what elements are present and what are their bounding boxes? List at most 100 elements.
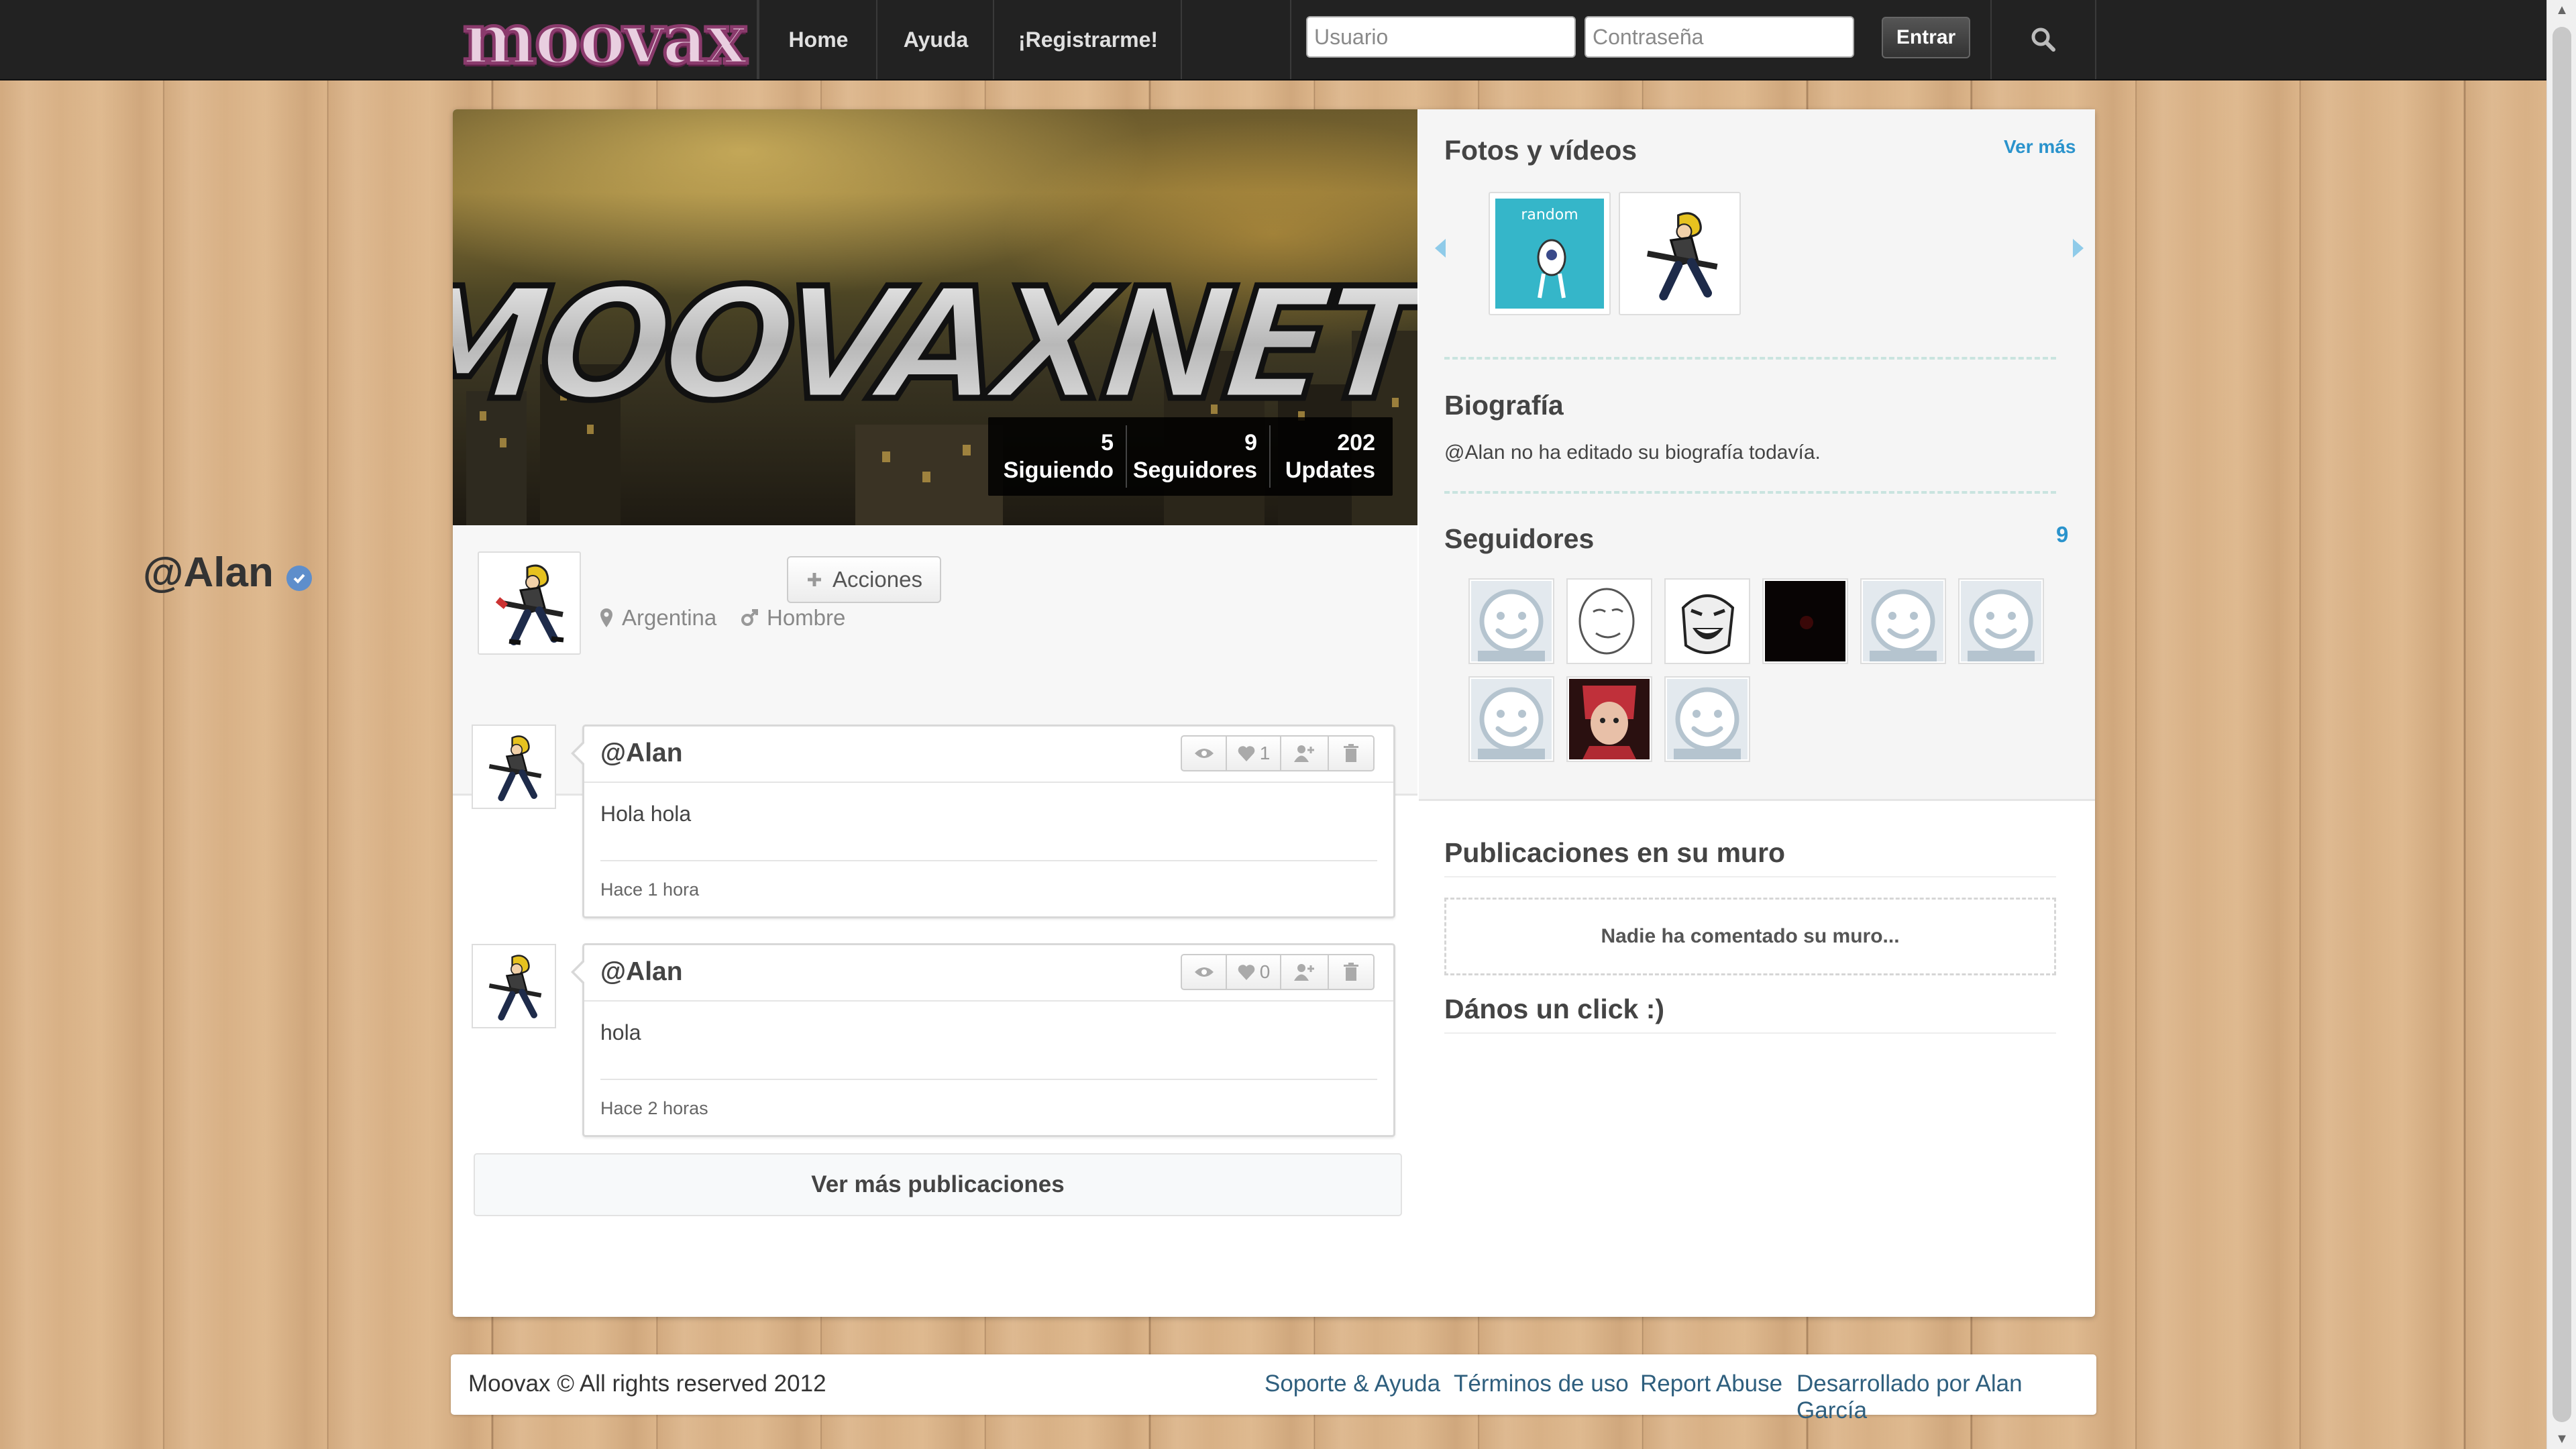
nav-divider [1181, 0, 1182, 79]
like-count: 0 [1259, 961, 1271, 982]
follower-avatar[interactable] [1566, 578, 1652, 664]
carousel-prev-arrow-icon[interactable] [1435, 239, 1446, 258]
moovax-logo[interactable]: moovax [451, 0, 757, 80]
footer-copyright: Moovax © All rights reserved 2012 [468, 1371, 826, 1397]
post-author-avatar[interactable] [472, 944, 556, 1028]
footer-link-support[interactable]: Soporte & Ayuda [1265, 1371, 1440, 1397]
post-divider [600, 1079, 1377, 1080]
follower-avatar[interactable] [1958, 578, 2044, 664]
section-underline [1444, 876, 2056, 877]
footer-link-report-abuse[interactable]: Report Abuse [1640, 1371, 1782, 1397]
character-avatar-icon [1569, 679, 1650, 759]
page-scrollbar[interactable]: ▲ ▼ [2546, 0, 2576, 1449]
search-button[interactable] [1990, 0, 2096, 79]
heart-icon [1238, 965, 1255, 980]
scroll-thumb[interactable] [2553, 27, 2571, 1422]
guitarist-avatar-icon [488, 955, 542, 1021]
section-divider [1444, 357, 2056, 360]
nav-home[interactable]: Home [758, 0, 877, 79]
delete-button[interactable] [1329, 955, 1373, 989]
like-count: 1 [1259, 743, 1271, 763]
section-underline [1444, 1032, 2056, 1034]
follower-avatar[interactable] [1468, 676, 1554, 762]
media-thumbnail-image: random [1495, 199, 1604, 309]
media-see-more-link[interactable]: Ver más [2004, 136, 2076, 158]
meme-face-avatar-icon [1569, 581, 1650, 661]
guitarist-thumbnail-icon [1646, 212, 1718, 301]
followers-section-title: Seguidores [1444, 523, 1595, 554]
post-toolbar: 1 [1181, 735, 1375, 771]
follower-avatar[interactable] [1762, 578, 1848, 664]
post-username[interactable]: @Alan [600, 957, 683, 987]
nav-divider [1290, 0, 1291, 79]
post-timestamp[interactable]: Hace 2 horas [600, 1098, 708, 1119]
default-avatar-icon [1961, 581, 2041, 661]
post-author-avatar[interactable] [472, 724, 556, 809]
post-pointer-inner [574, 743, 585, 764]
verified-badge-icon [286, 566, 312, 591]
nav-registrarme[interactable]: ¡Registrarme! [993, 0, 1182, 79]
logo-text: moovax [461, 0, 749, 80]
profile-sidebar: Fotos y vídeos Ver más random Biografía … [1419, 109, 2095, 1317]
post-pointer-inner [574, 961, 585, 983]
like-button[interactable]: 1 [1227, 737, 1281, 770]
view-button[interactable] [1182, 737, 1228, 770]
profile-username: @Alan [143, 549, 274, 596]
scroll-up-arrow-icon[interactable]: ▲ [2547, 0, 2576, 20]
footer-link-developer[interactable]: Desarrollado por Alan García [1796, 1371, 2096, 1424]
carousel-next-arrow-icon[interactable] [2073, 239, 2084, 258]
password-input[interactable] [1585, 16, 1854, 58]
nav-ayuda[interactable]: Ayuda [876, 0, 994, 79]
post-toolbar: 0 [1181, 954, 1375, 990]
load-more-posts-button[interactable]: Ver más publicaciones [474, 1153, 1402, 1216]
follower-avatar[interactable] [1566, 676, 1652, 762]
follow-button[interactable] [1281, 737, 1329, 770]
media-thumbnail-caption: random [1521, 207, 1578, 223]
add-user-icon [1294, 745, 1315, 762]
trash-icon [1343, 963, 1358, 981]
media-section-title: Fotos y vídeos [1444, 135, 1638, 166]
add-user-icon [1294, 964, 1315, 981]
post-header: @Alan 0 [584, 945, 1393, 1002]
post-username[interactable]: @Alan [600, 739, 683, 768]
bio-text: @Alan no ha editado su biografía todavía… [1444, 441, 1821, 464]
follower-avatar[interactable] [1468, 578, 1554, 664]
username-input[interactable] [1306, 16, 1576, 58]
follower-avatar[interactable] [1664, 676, 1750, 762]
wall-section-title: Publicaciones en su muro [1444, 837, 1786, 868]
scroll-down-arrow-icon[interactable]: ▼ [2547, 1429, 2576, 1449]
post-divider [600, 860, 1377, 861]
post-card: @Alan 1 Hola hola Hace 1 hora [571, 724, 1395, 918]
top-navbar: moovax Home Ayuda ¡Registrarme! Entrar [0, 0, 2546, 80]
post-text: Hola hola [600, 802, 692, 826]
footer-link-terms[interactable]: Términos de uso [1454, 1371, 1629, 1397]
login-button[interactable]: Entrar [1882, 17, 1970, 58]
heart-icon [1238, 746, 1255, 761]
followers-count-link[interactable]: 9 [2056, 522, 2068, 547]
eye-icon [1194, 967, 1214, 977]
default-avatar-icon [1863, 581, 1943, 661]
delete-button[interactable] [1329, 737, 1373, 770]
bio-section-title: Biografía [1444, 390, 1564, 421]
follow-button[interactable] [1281, 955, 1329, 989]
media-thumbnail[interactable] [1619, 192, 1741, 315]
page-footer: Moovax © All rights reserved 2012 Soport… [451, 1354, 2096, 1424]
laughing-meme-avatar-icon [1667, 581, 1748, 661]
default-avatar-icon [1667, 679, 1748, 759]
trash-icon [1343, 744, 1358, 762]
guitarist-avatar-icon [488, 735, 542, 802]
media-thumbnail[interactable]: random [1489, 192, 1611, 315]
view-button[interactable] [1182, 955, 1228, 989]
post-timestamp[interactable]: Hace 1 hora [600, 879, 699, 900]
follower-avatar[interactable] [1664, 578, 1750, 664]
dark-avatar-icon [1765, 581, 1845, 661]
cartoon-figure-icon [1537, 239, 1566, 299]
posts-area: @Alan 1 Hola hola Hace 1 hora @Alan 0 ho… [453, 109, 1417, 1317]
default-avatar-icon [1471, 581, 1552, 661]
like-button[interactable]: 0 [1227, 955, 1281, 989]
post-text: hola [600, 1020, 641, 1044]
wall-empty-message: Nadie ha comentado su muro... [1444, 898, 2056, 975]
follower-avatar[interactable] [1860, 578, 1946, 664]
post-header: @Alan 1 [584, 727, 1393, 783]
section-divider [1444, 491, 2056, 494]
